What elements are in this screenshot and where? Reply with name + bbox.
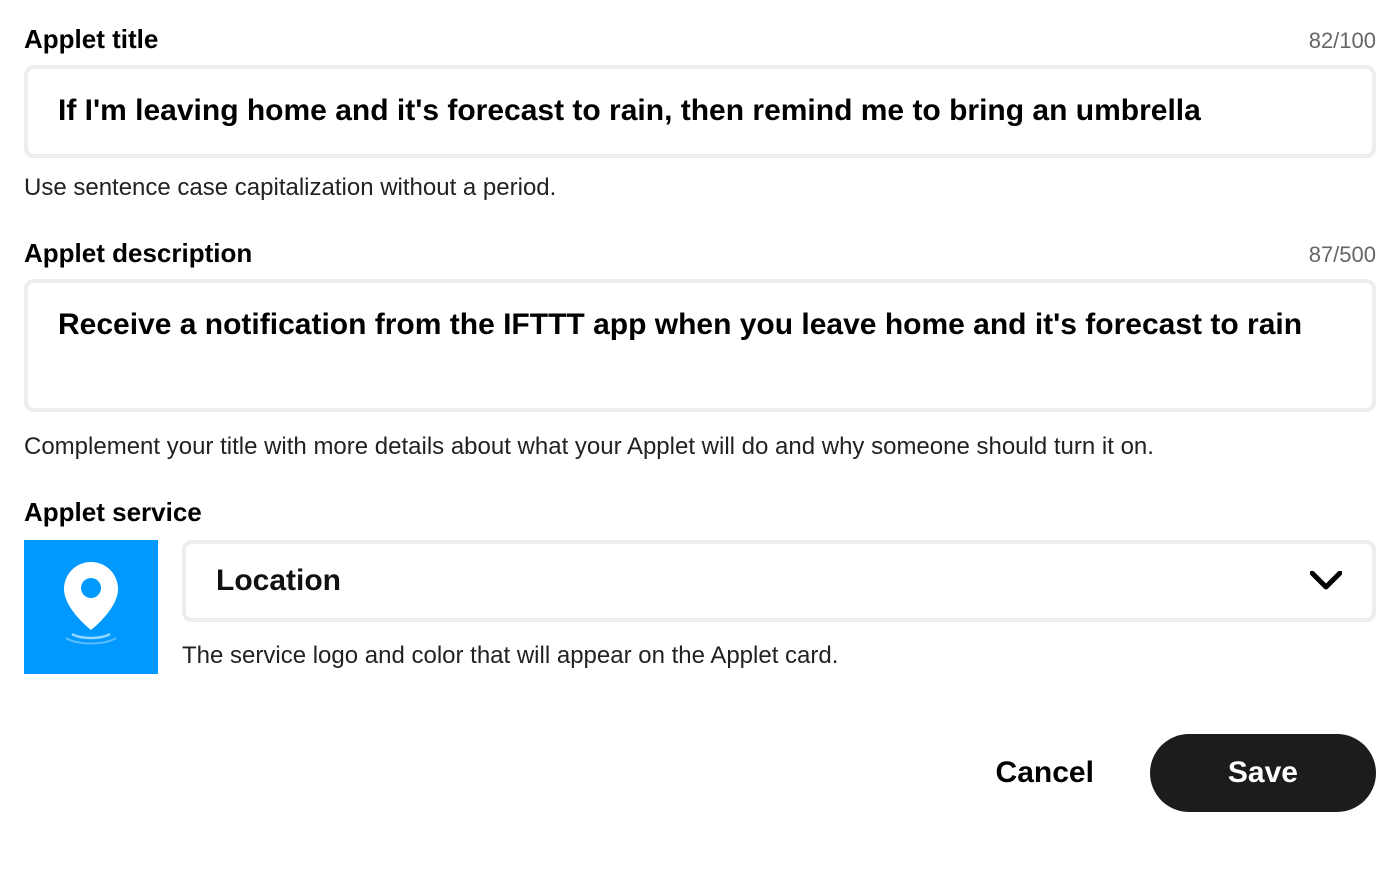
applet-description-input[interactable]	[24, 279, 1376, 412]
description-label: Applet description	[24, 238, 252, 269]
description-help-text: Complement your title with more details …	[24, 433, 1376, 461]
service-help-text: The service logo and color that will app…	[182, 642, 1376, 670]
service-icon-box	[24, 540, 158, 674]
service-right-column: Location The service logo and color that…	[182, 540, 1376, 670]
description-char-counter: 87/500	[1309, 242, 1376, 268]
save-button[interactable]: Save	[1150, 734, 1376, 812]
title-char-counter: 82/100	[1309, 28, 1376, 54]
location-pin-icon	[60, 562, 122, 652]
button-row: Cancel Save	[24, 734, 1376, 812]
cancel-button[interactable]: Cancel	[996, 756, 1094, 790]
service-row: Location The service logo and color that…	[24, 540, 1376, 674]
title-label: Applet title	[24, 24, 158, 55]
title-label-row: Applet title 82/100	[24, 24, 1376, 55]
chevron-down-icon	[1310, 571, 1342, 591]
applet-title-input[interactable]	[24, 65, 1376, 158]
title-help-text: Use sentence case capitalization without…	[24, 174, 1376, 202]
applet-description-section: Applet description 87/500 Complement you…	[24, 238, 1376, 461]
service-select[interactable]: Location	[182, 540, 1376, 622]
applet-title-section: Applet title 82/100 Use sentence case ca…	[24, 24, 1376, 202]
service-label: Applet service	[24, 497, 1376, 528]
service-select-value: Location	[216, 564, 341, 598]
applet-service-section: Applet service Location The service logo…	[24, 497, 1376, 674]
description-label-row: Applet description 87/500	[24, 238, 1376, 269]
